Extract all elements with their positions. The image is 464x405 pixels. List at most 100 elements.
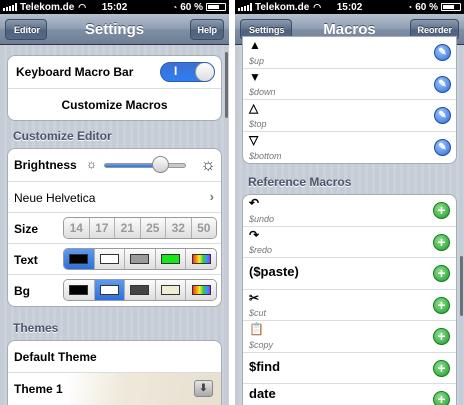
settings-content: Keyboard Macro Bar I Customize Macros Cu…: [0, 46, 229, 405]
text-color-row: Text: [8, 244, 221, 275]
reference-macro-row[interactable]: date$date+: [243, 384, 456, 405]
macro-symbol: ✂: [249, 290, 260, 305]
status-bar: Telekom.de ◠ 15:02 ◔ 60 %: [235, 0, 464, 14]
battery-icon: [441, 3, 461, 11]
color-option[interactable]: [125, 280, 156, 300]
macro-code: $copy: [249, 339, 274, 350]
signal-icon: [3, 3, 17, 11]
theme-row[interactable]: Default Theme: [8, 341, 221, 373]
reference-macro-row[interactable]: 📋 $copy +: [243, 321, 456, 353]
reference-macro-row[interactable]: $find +: [243, 353, 456, 384]
pencil-icon[interactable]: ✎: [434, 107, 451, 124]
carrier-label: Telekom.de: [20, 1, 75, 13]
color-swatch: [130, 254, 150, 264]
plus-icon[interactable]: +: [433, 202, 450, 219]
color-swatch: [99, 285, 119, 295]
scrollbar[interactable]: [225, 52, 228, 118]
color-option[interactable]: [94, 249, 126, 269]
macro-row[interactable]: ▼ $down ✎: [243, 69, 456, 100]
bg-color-row: Bg: [8, 275, 221, 306]
size-option[interactable]: 21: [115, 218, 141, 238]
size-option[interactable]: 14: [64, 218, 90, 238]
plus-icon[interactable]: +: [433, 233, 450, 251]
battery-percent: 60 %: [180, 1, 203, 13]
macros-screen: Telekom.de ◠ 15:02 ◔ 60 % Settings Macro…: [235, 0, 464, 405]
settings-screen: Telekom.de ◠ 15:02 ◔ 60 % Editor Setting…: [0, 0, 229, 405]
color-swatch: [191, 254, 211, 264]
macro-row[interactable]: △ $top ✎: [243, 100, 456, 132]
customize-editor-header: Customize Editor: [13, 129, 112, 143]
text-color-selector: [63, 248, 217, 270]
pencil-icon[interactable]: ✎: [434, 75, 451, 93]
chevron-right-icon: ›: [209, 189, 214, 204]
macro-symbol: ▼: [249, 69, 261, 84]
custom-macros-group: ▲ $up ✎ ▼ $down ✎ △ $top ✎ ▽ $bottom ✎: [242, 36, 457, 164]
color-option[interactable]: [186, 249, 216, 269]
theme-name: Theme 1: [14, 382, 63, 396]
plus-icon[interactable]: +: [433, 296, 450, 314]
themes-header: Themes: [13, 321, 59, 335]
signal-icon: [238, 3, 252, 11]
toggle-knob: [195, 63, 214, 81]
color-swatch: [161, 254, 181, 264]
color-swatch: [69, 285, 89, 295]
color-option[interactable]: [155, 249, 187, 269]
macro-row[interactable]: ▲ $up ✎: [243, 37, 456, 69]
font-row[interactable]: Neue Helvetica ›: [8, 182, 221, 213]
macro-settings-group: Keyboard Macro Bar I Customize Macros: [7, 55, 222, 121]
size-option[interactable]: 32: [166, 218, 192, 238]
customize-macros-row[interactable]: Customize Macros: [8, 89, 221, 120]
brightness-slider-knob[interactable]: [152, 156, 170, 173]
color-swatch: [191, 285, 211, 295]
wifi-icon: ◠: [78, 1, 87, 12]
color-swatch: [69, 254, 89, 264]
macros-content: ▲ $up ✎ ▼ $down ✎ △ $top ✎ ▽ $bottom ✎ Reference Ma…: [235, 36, 464, 405]
color-swatch: [130, 285, 150, 295]
plus-icon[interactable]: +: [433, 391, 450, 405]
plus-icon[interactable]: +: [433, 328, 450, 345]
size-option[interactable]: 50: [191, 218, 216, 238]
reference-macro-row[interactable]: ($paste) +: [243, 258, 456, 290]
macro-title: date: [249, 386, 276, 401]
color-option[interactable]: [125, 249, 156, 269]
macro-code: $down: [249, 87, 276, 97]
size-selector: 14 17 21 25 32 50: [63, 217, 217, 239]
macro-code: $bottom: [249, 151, 282, 161]
macro-title: ($paste): [249, 264, 299, 279]
reference-macro-row[interactable]: ↷ $redo +: [243, 227, 456, 258]
color-option[interactable]: [64, 249, 95, 269]
macro-row[interactable]: ▽ $bottom ✎: [243, 132, 456, 164]
battery-percent: 60 %: [415, 1, 438, 13]
scrollbar[interactable]: [460, 256, 463, 316]
bg-color-label: Bg: [14, 284, 30, 298]
color-option[interactable]: [64, 280, 95, 300]
keyboard-macro-bar-toggle[interactable]: I: [160, 62, 215, 82]
color-option[interactable]: [155, 280, 187, 300]
customize-macros-label: Customize Macros: [61, 98, 168, 112]
color-option[interactable]: [94, 280, 126, 300]
reference-macros-header: Reference Macros: [248, 175, 352, 189]
status-bar: Telekom.de ◠ 15:02 ◔ 60 %: [0, 0, 229, 14]
macro-code: $up: [249, 55, 265, 66]
reference-macro-row[interactable]: ↶ $undo +: [243, 195, 456, 227]
reference-macro-row[interactable]: ✂ $cut +: [243, 290, 456, 321]
pencil-icon[interactable]: ✎: [434, 44, 451, 61]
theme-row[interactable]: Theme 1 ⬇: [8, 373, 221, 405]
plus-icon[interactable]: +: [433, 265, 450, 282]
editor-back-button[interactable]: Editor: [5, 19, 47, 40]
wifi-icon: ◠: [313, 1, 322, 12]
size-option[interactable]: 17: [89, 218, 115, 238]
color-option[interactable]: [186, 280, 216, 300]
toggle-on-label: I: [174, 64, 178, 78]
brightness-slider[interactable]: [104, 163, 186, 168]
help-button[interactable]: Help: [190, 19, 224, 40]
macro-symbol: ↶: [249, 196, 260, 210]
pencil-icon[interactable]: ✎: [434, 138, 451, 156]
battery-icon: [206, 3, 226, 11]
brightness-low-icon: ☼: [86, 157, 97, 171]
size-option[interactable]: 25: [140, 218, 166, 238]
plus-icon[interactable]: +: [433, 359, 450, 377]
rotation-lock-icon: ◔: [407, 2, 413, 12]
download-icon[interactable]: ⬇: [194, 380, 213, 397]
font-name-label: Neue Helvetica: [14, 191, 96, 205]
